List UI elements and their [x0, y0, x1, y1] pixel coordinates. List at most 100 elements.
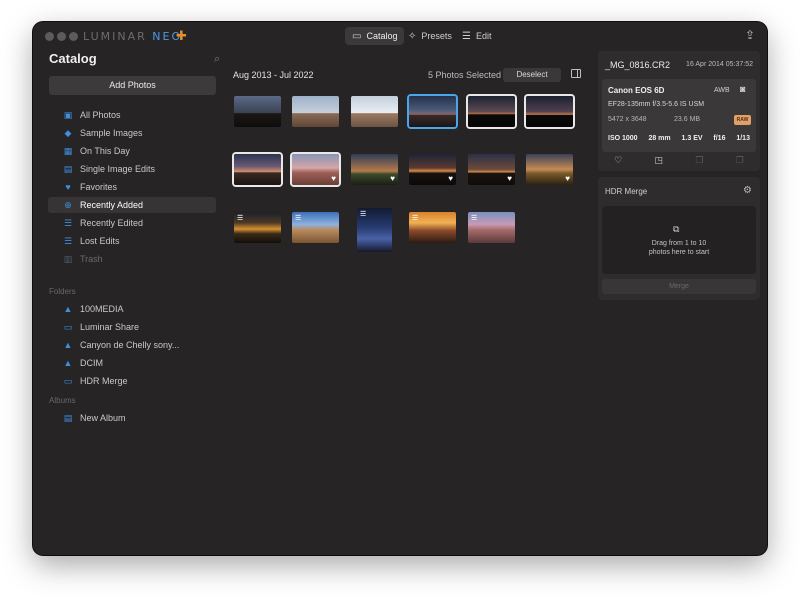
hdr-drop-zone[interactable]: ⧉ Drag from 1 to 10 photos here to start [602, 206, 756, 274]
album-icon: ▤ [63, 412, 73, 423]
folder-icon: ▭ [352, 30, 362, 42]
photo-thumbnail[interactable]: ♥ [292, 154, 339, 185]
sliders-icon: ☰ [63, 217, 73, 228]
sidebar-item-recently-added[interactable]: ⊕ Recently Added [48, 197, 216, 213]
folder-item-canyon-de-chelly[interactable]: ▲ Canyon de Chelly sony... [48, 337, 216, 353]
merge-button[interactable]: Merge [602, 279, 756, 294]
folder-item-hdr-merge[interactable]: ▭ HDR Merge [48, 373, 216, 389]
sidebar-item-sample-images[interactable]: ◆ Sample Images [48, 125, 216, 141]
photo-thumbnail[interactable] [351, 96, 398, 127]
format-badge: RAW [734, 115, 751, 125]
extensions-icon[interactable]: ✚ [176, 28, 187, 44]
calendar-icon: ▦ [63, 145, 73, 156]
tab-presets[interactable]: ✧ Presets [401, 27, 459, 45]
search-icon[interactable]: ⌕ [214, 53, 220, 66]
aperture-value: f/16 [713, 135, 726, 142]
sidebar-item-on-this-day[interactable]: ▦ On This Day [48, 143, 216, 159]
folder-item-label: Luminar Share [80, 322, 140, 332]
album-item-new-album[interactable]: ▤ New Album [48, 410, 216, 426]
photo-thumbnail[interactable]: ☰ [468, 212, 515, 243]
favorite-heart-icon[interactable]: ♥ [565, 174, 570, 183]
share-icon[interactable]: ⇪ [745, 28, 755, 42]
edited-badge-icon: ☰ [360, 211, 367, 218]
favorite-heart-icon[interactable]: ♥ [448, 174, 453, 183]
drive-icon: ▲ [63, 340, 73, 350]
minimize-window-button[interactable] [57, 32, 66, 41]
graduation-cap-icon: ◆ [64, 127, 72, 138]
sparkle-icon: ✧ [408, 30, 417, 42]
gear-icon[interactable]: ⚙ [743, 185, 752, 196]
sidebar-item-favorites[interactable]: ♥ Favorites [48, 179, 216, 195]
photo-thumbnail[interactable]: ☰ [409, 212, 456, 243]
white-balance: AWB [714, 87, 730, 94]
grid-icon: ▤ [63, 163, 73, 174]
sidebar-item-recently-edited[interactable]: ☰ Recently Edited [48, 215, 216, 231]
photo-info-panel: _MG_0816.CR2 16 Apr 2014 05:37:52 Canon … [598, 51, 760, 171]
page-title: Catalog [49, 51, 97, 66]
sidebar-item-label: Sample Images [80, 128, 143, 138]
camera-model: Canon EOS 6D [608, 86, 665, 95]
lens-model: EF28-135mm f/3.5-5.6 IS USM [608, 101, 705, 108]
photo-thumbnail[interactable] [234, 154, 281, 185]
focal-length-value: 28 mm [648, 135, 671, 142]
sidebar-item-single-image-edits[interactable]: ▤ Single Image Edits [48, 161, 216, 177]
selection-count: 5 Photos Selected [428, 70, 502, 80]
folder-item-dcim[interactable]: ▲ DCIM [48, 355, 216, 371]
photo-thumbnail[interactable] [409, 96, 456, 127]
photo-thumbnail[interactable]: ☰ [234, 212, 281, 243]
hdr-merge-panel: HDR Merge ⚙ ⧉ Drag from 1 to 10 photos h… [598, 177, 760, 300]
open-in-editor-icon[interactable]: ◳ [655, 155, 664, 166]
sidebar-item-label: Recently Edited [80, 218, 144, 228]
exposure-comp-value: 1.3 EV [681, 135, 703, 142]
app-logo: LUMINAR NEO [83, 30, 182, 43]
photo-thumbnail[interactable]: ♥ [351, 154, 398, 185]
exif-box: Canon EOS 6D AWB ◙ EF28-135mm f/3.5-5.6 … [602, 79, 756, 152]
edited-badge-icon: ☰ [295, 215, 302, 222]
hdr-merge-title: HDR Merge [605, 187, 648, 196]
sidebar-item-label: Lost Edits [80, 236, 120, 246]
sidebar-item-trash[interactable]: ▥ Trash [48, 251, 216, 267]
copy-edits-icon[interactable]: ❐ [736, 155, 744, 166]
sidebar-item-all-photos[interactable]: ▣ All Photos [48, 107, 216, 123]
folder-icon: ▭ [63, 321, 73, 332]
shutter-value: 1/13 [736, 135, 750, 142]
tab-edit[interactable]: ☰ Edit [455, 27, 498, 45]
photo-thumbnail[interactable]: ♥ [468, 154, 515, 185]
tab-catalog[interactable]: ▭ Catalog [345, 27, 405, 45]
albums-section-label: Albums [49, 396, 76, 405]
heart-icon: ♥ [65, 182, 71, 192]
deselect-button[interactable]: Deselect [503, 68, 561, 82]
favorite-heart-icon[interactable]: ♥ [507, 174, 512, 183]
duplicate-icon[interactable]: ❐ [695, 155, 703, 166]
capture-date: 16 Apr 2014 05:37:52 [686, 61, 753, 68]
file-size: 23.6 MB [674, 116, 701, 123]
photo-thumbnail[interactable] [468, 96, 515, 127]
drop-instructions-line-1: Drag from 1 to 10 [651, 240, 707, 247]
favorite-heart-icon[interactable]: ♡ [614, 155, 622, 166]
sidebar-item-label: Favorites [80, 182, 118, 192]
title-bar: LUMINAR NEO ✚ ▭ Catalog ✧ Presets ☰ Edit… [33, 22, 767, 50]
favorite-heart-icon[interactable]: ♥ [331, 174, 336, 183]
sliders-icon: ☰ [462, 30, 471, 42]
drop-instructions-line-2: photos here to start [648, 249, 710, 256]
date-range: Aug 2013 - Jul 2022 [233, 70, 314, 80]
close-window-button[interactable] [45, 32, 54, 41]
sidebar-item-lost-edits[interactable]: ☰ Lost Edits [48, 233, 216, 249]
folders-section-label: Folders [49, 287, 76, 296]
folder-item-luminar-share[interactable]: ▭ Luminar Share [48, 319, 216, 335]
zoom-window-button[interactable] [69, 32, 78, 41]
folder-item-100media[interactable]: ▲ 100MEDIA [48, 301, 216, 317]
photo-thumbnail[interactable]: ☰ [357, 208, 392, 252]
favorite-heart-icon[interactable]: ♥ [390, 174, 395, 183]
photo-thumbnail[interactable]: ♥ [526, 154, 573, 185]
add-photos-button[interactable]: Add Photos [49, 76, 216, 95]
sidebar-item-label: On This Day [80, 146, 130, 156]
photo-thumbnail[interactable] [526, 96, 573, 127]
photo-thumbnail[interactable]: ♥ [409, 154, 456, 185]
photo-thumbnail[interactable] [292, 96, 339, 127]
photos-icon: ▣ [63, 109, 73, 120]
photo-thumbnail[interactable] [234, 96, 281, 127]
panel-toggle-icon[interactable] [571, 69, 581, 78]
folder-item-label: 100MEDIA [80, 304, 124, 314]
photo-thumbnail[interactable]: ☰ [292, 212, 339, 243]
